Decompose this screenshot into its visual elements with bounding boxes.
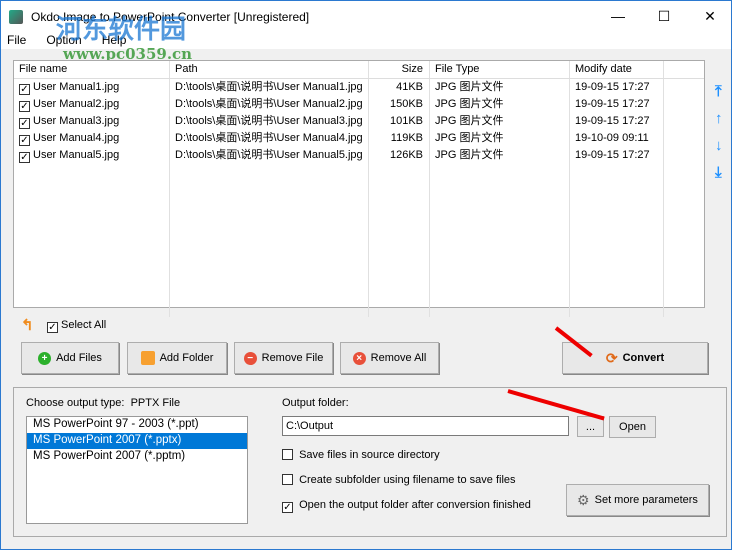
- type-cell: JPG 图片文件: [430, 96, 570, 113]
- empty-row: [14, 181, 704, 198]
- size-cell: 119KB: [369, 130, 430, 147]
- move-top-icon[interactable]: ⤒: [715, 83, 723, 100]
- move-up-icon[interactable]: ↑: [715, 110, 723, 127]
- add-files-label: Add Files: [56, 352, 102, 364]
- path-cell: D:\tools\桌面\说明书\User Manual1.jpg: [170, 79, 369, 96]
- row-checkbox[interactable]: ✓: [19, 101, 30, 112]
- date-cell: 19-09-15 17:27: [570, 79, 664, 96]
- date-cell: 19-10-09 09:11: [570, 130, 664, 147]
- empty-row: [14, 283, 704, 300]
- col-modify-date[interactable]: Modify date: [570, 61, 664, 78]
- close-button[interactable]: ✕: [687, 1, 732, 31]
- output-type-option[interactable]: MS PowerPoint 2007 (*.pptm): [27, 449, 247, 465]
- size-cell: 126KB: [369, 147, 430, 164]
- col-file-name[interactable]: File name: [14, 61, 170, 78]
- row-checkbox[interactable]: ✓: [19, 118, 30, 129]
- convert-icon: ⟳: [605, 349, 618, 366]
- file-name-cell: ✓ User Manual5.jpg: [14, 147, 170, 164]
- date-cell: 19-09-15 17:27: [570, 96, 664, 113]
- open-button[interactable]: Open: [609, 416, 656, 438]
- remove-file-label: Remove File: [261, 352, 324, 364]
- file-list[interactable]: File name Path Size File Type Modify dat…: [13, 60, 705, 317]
- file-name-cell: ✓ User Manual3.jpg: [14, 113, 170, 130]
- file-name-cell: ✓ User Manual1.jpg: [14, 79, 170, 96]
- menu-file[interactable]: File: [7, 33, 26, 49]
- app-window: Okdo Image to PowerPoint Converter [Unre…: [0, 0, 732, 550]
- size-cell: 101KB: [369, 113, 430, 130]
- date-cell: 19-09-15 17:27: [570, 147, 664, 164]
- window-title: Okdo Image to PowerPoint Converter [Unre…: [31, 10, 310, 24]
- row-checkbox[interactable]: ✓: [19, 152, 30, 163]
- col-file-type[interactable]: File Type: [430, 61, 570, 78]
- path-cell: D:\tools\桌面\说明书\User Manual5.jpg: [170, 147, 369, 164]
- table-row[interactable]: ✓ User Manual4.jpg D:\tools\桌面\说明书\User Ma…: [14, 130, 704, 147]
- output-type-value: PPTX File: [130, 397, 181, 409]
- empty-row: [14, 266, 704, 283]
- app-icon: [9, 10, 23, 24]
- type-cell: JPG 图片文件: [430, 147, 570, 164]
- minus-icon: −: [243, 351, 257, 365]
- output-type-option[interactable]: MS PowerPoint 97 - 2003 (*.ppt): [27, 417, 247, 433]
- empty-row: [14, 232, 704, 249]
- empty-row: [14, 198, 704, 215]
- row-checkbox[interactable]: ✓: [19, 135, 30, 146]
- set-more-parameters-button[interactable]: ⚙ Set more parameters: [566, 484, 709, 516]
- add-folder-label: Add Folder: [159, 352, 214, 364]
- reorder-controls: ⤒ ↑ ↓ ⤓: [715, 83, 723, 181]
- path-cell: D:\tools\桌面\说明书\User Manual4.jpg: [170, 130, 369, 147]
- type-cell: JPG 图片文件: [430, 130, 570, 147]
- size-cell: 150KB: [369, 96, 430, 113]
- x-icon: ×: [352, 351, 366, 365]
- date-cell: 19-09-15 17:27: [570, 113, 664, 130]
- add-folder-button[interactable]: Add Folder: [127, 342, 227, 374]
- file-name-cell: ✓ User Manual4.jpg: [14, 130, 170, 147]
- output-type-option[interactable]: MS PowerPoint 2007 (*.pptx): [27, 433, 247, 449]
- gear-icon: ⚙: [577, 491, 590, 508]
- empty-row: [14, 300, 704, 317]
- folder-icon: [140, 351, 155, 365]
- minimize-button[interactable]: —: [595, 1, 641, 31]
- output-folder-input[interactable]: C:\Output: [282, 416, 569, 436]
- row-checkbox[interactable]: ✓: [19, 84, 30, 95]
- remove-all-label: Remove All: [370, 352, 427, 364]
- type-cell: JPG 图片文件: [430, 79, 570, 96]
- file-name-cell: ✓ User Manual2.jpg: [14, 96, 170, 113]
- option-checkbox[interactable]: ✓ Open the output folder after conversio…: [282, 499, 531, 513]
- table-row[interactable]: ✓ User Manual1.jpg D:\tools\桌面\说明书\User Ma…: [14, 79, 704, 96]
- move-down-icon[interactable]: ↓: [715, 137, 723, 154]
- empty-row: [14, 249, 704, 266]
- file-list-header: File name Path Size File Type Modify dat…: [14, 61, 704, 79]
- set-params-label: Set more parameters: [594, 494, 698, 506]
- table-row[interactable]: ✓ User Manual3.jpg D:\tools\桌面\说明书\User Ma…: [14, 113, 704, 130]
- title-bar: Okdo Image to PowerPoint Converter [Unre…: [1, 1, 731, 33]
- type-cell: JPG 图片文件: [430, 113, 570, 130]
- empty-row: [14, 164, 704, 181]
- output-folder-label: Output folder:: [282, 397, 349, 409]
- remove-file-button[interactable]: − Remove File: [234, 342, 333, 374]
- select-all-label: Select All: [61, 319, 107, 331]
- table-row[interactable]: ✓ User Manual5.jpg D:\tools\桌面\说明书\User Ma…: [14, 147, 704, 164]
- path-cell: D:\tools\桌面\说明书\User Manual3.jpg: [170, 113, 369, 130]
- table-row[interactable]: ✓ User Manual2.jpg D:\tools\桌面\说明书\User Ma…: [14, 96, 704, 113]
- output-type-label: Choose output type: PPTX File: [26, 397, 181, 409]
- convert-label: Convert: [622, 352, 665, 364]
- maximize-button[interactable]: ☐: [641, 1, 687, 31]
- empty-row: [14, 215, 704, 232]
- add-files-button[interactable]: + Add Files: [21, 342, 119, 374]
- path-cell: D:\tools\桌面\说明书\User Manual2.jpg: [170, 96, 369, 113]
- plus-icon: +: [38, 351, 52, 365]
- move-bottom-icon[interactable]: ⤓: [715, 164, 723, 181]
- option-checkbox[interactable]: Create subfolder using filename to save …: [282, 474, 516, 486]
- size-cell: 41KB: [369, 79, 430, 96]
- option-checkbox[interactable]: Save files in source directory: [282, 449, 440, 461]
- output-type-list[interactable]: MS PowerPoint 97 - 2003 (*.ppt) MS PowerP…: [26, 416, 248, 524]
- output-panel: Choose output type: PPTX File MS PowerPo…: [13, 387, 727, 537]
- select-all-checkbox[interactable]: ✓ Select All: [47, 319, 106, 333]
- remove-all-button[interactable]: × Remove All: [340, 342, 439, 374]
- col-size[interactable]: Size: [369, 61, 430, 78]
- up-folder-icon[interactable]: ↰: [21, 316, 34, 334]
- col-path[interactable]: Path: [170, 61, 369, 78]
